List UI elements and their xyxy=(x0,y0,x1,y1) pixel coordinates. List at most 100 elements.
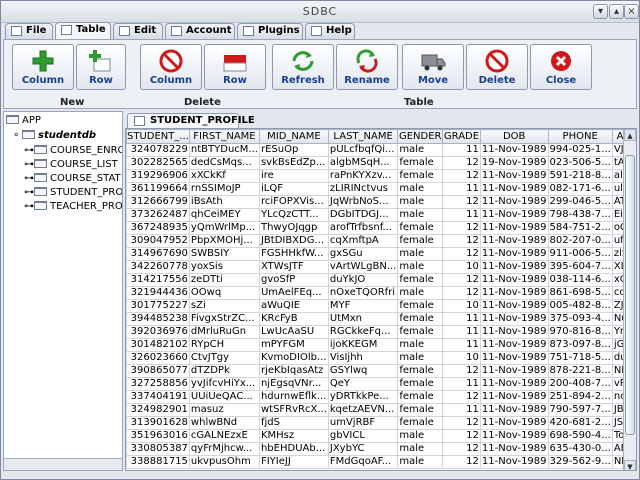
table-cell[interactable]: 12 xyxy=(442,416,481,430)
table-row[interactable]: 330805387 qyFrMjhcw... hbEHDUAb... JXybYC ma… xyxy=(126,442,636,456)
table-cell[interactable]: male xyxy=(397,208,444,222)
table-cell[interactable]: male xyxy=(397,143,444,157)
add-row-button[interactable]: Row xyxy=(76,44,126,90)
column-header[interactable]: PHONE xyxy=(547,129,613,144)
scroll-up-icon[interactable]: ▲ xyxy=(624,129,636,141)
table-cell[interactable]: qhCeiMEY xyxy=(188,208,260,222)
table-cell[interactable]: UUiUeQAC... xyxy=(188,390,260,404)
table-cell[interactable]: FMdGqoAF... xyxy=(327,455,399,469)
table-cell[interactable]: 11 xyxy=(442,143,481,157)
student-profile-table[interactable]: STUDENT_... FIRST_NAME MID_NAME LAST_NAME GE… xyxy=(126,129,636,469)
table-cell[interactable]: 309047952 xyxy=(126,234,190,248)
tree-item[interactable]: ⊶ COURSE_ENRO xyxy=(24,144,122,157)
tab-edit[interactable]: Edit xyxy=(113,23,163,39)
table-cell[interactable]: 878-221-8... xyxy=(547,364,613,378)
table-cell[interactable]: cGALNEzxE xyxy=(188,429,260,443)
table-cell[interactable]: female xyxy=(397,273,444,287)
table-row[interactable]: 392036976 dMrluRuGn LwUcAaSU RGCkkeFq... fem… xyxy=(126,325,636,339)
table-cell[interactable]: female xyxy=(397,325,444,339)
table-cell[interactable]: ire xyxy=(258,169,329,183)
table-cell[interactable]: female xyxy=(397,299,444,313)
table-cell[interactable]: 11 xyxy=(442,325,481,339)
table-cell[interactable]: ThwyOJqgp xyxy=(258,221,329,235)
table-cell[interactable]: 11-Nov-1989 xyxy=(479,195,549,209)
table-cell[interactable]: 11-Nov-1989 xyxy=(479,221,549,235)
table-cell[interactable]: 11-Nov-1989 xyxy=(479,312,549,326)
table-cell[interactable]: 12 xyxy=(442,234,481,248)
column-header[interactable]: DOB xyxy=(479,129,549,144)
table-cell[interactable]: 19-Nov-1989 xyxy=(479,156,549,170)
table-cell[interactable]: JBtDIBXDG... xyxy=(258,234,329,248)
table-cell[interactable]: duYkJO xyxy=(327,273,399,287)
table-cell[interactable]: male xyxy=(397,351,444,365)
table-cell[interactable]: sZi xyxy=(188,299,260,313)
table-cell[interactable]: 12 xyxy=(442,390,481,404)
table-cell[interactable]: yvJifcvHiYx... xyxy=(188,377,260,391)
table-cell[interactable]: zLIRINctvus xyxy=(327,182,399,196)
table-cell[interactable]: 635-430-0... xyxy=(547,442,613,456)
table-cell[interactable]: 911-006-5... xyxy=(547,247,613,261)
table-cell[interactable]: 11 xyxy=(442,377,481,391)
table-cell[interactable]: ukvpusOhm xyxy=(188,455,260,469)
table-cell[interactable]: 361199664 xyxy=(126,182,190,196)
table-cell[interactable]: 11 xyxy=(442,403,481,417)
table-cell[interactable]: 313901628 xyxy=(126,416,190,430)
column-header[interactable]: GENDER xyxy=(397,129,444,144)
table-cell[interactable]: gxSGu xyxy=(327,247,399,261)
table-cell[interactable]: female xyxy=(397,234,444,248)
table-cell[interactable]: 11-Nov-1989 xyxy=(479,286,549,300)
table-cell[interactable]: UmAelFEq... xyxy=(258,286,329,300)
table-cell[interactable]: 994-025-1... xyxy=(547,143,613,157)
tree-node-studentdb[interactable]: ⚬ studentdb xyxy=(12,129,96,142)
table-cell[interactable]: cqXmftpA xyxy=(327,234,399,248)
table-row[interactable]: 321944436 OOwq UmAelFEq... nOxeTQORfri male 1… xyxy=(126,286,636,300)
table-cell[interactable]: 11-Nov-1989 xyxy=(479,208,549,222)
table-cell[interactable]: 12 xyxy=(442,429,481,443)
tab-plugins[interactable]: Plugins xyxy=(237,23,303,39)
close-table-button[interactable]: Close xyxy=(530,44,592,90)
table-row[interactable]: 301482102 RYpCH mPYFGM ijoKKEGM male 11 11-Nov… xyxy=(126,338,636,352)
tab-account[interactable]: Account xyxy=(165,23,235,39)
table-cell[interactable]: 11-Nov-1989 xyxy=(479,325,549,339)
column-header[interactable]: GRADE xyxy=(442,129,481,144)
table-cell[interactable]: 11 xyxy=(442,182,481,196)
table-cell[interactable]: 802-207-0... xyxy=(547,234,613,248)
table-cell[interactable]: female xyxy=(397,390,444,404)
table-cell[interactable]: 11-Nov-1989 xyxy=(479,442,549,456)
table-cell[interactable]: aWuQIE xyxy=(258,299,329,313)
table-cell[interactable]: 301482102 xyxy=(126,338,190,352)
table-cell[interactable]: yDRTkkPe... xyxy=(327,390,399,404)
table-cell[interactable]: wtSFRvRcX... xyxy=(258,403,329,417)
table-cell[interactable]: VisIjhh xyxy=(327,351,399,365)
table-cell[interactable]: 970-816-8... xyxy=(547,325,613,339)
table-cell[interactable]: njEgsqVNr... xyxy=(258,377,329,391)
table-cell[interactable]: 11-Nov-1989 xyxy=(479,377,549,391)
table-row[interactable]: 301775227 sZi aWuQIE MYF female 10 11-Nov-1989… xyxy=(126,299,636,313)
table-cell[interactable]: 751-718-5... xyxy=(547,351,613,365)
table-cell[interactable]: umVjRBF xyxy=(327,416,399,430)
table-cell[interactable]: 11 xyxy=(442,338,481,352)
table-cell[interactable]: XTWsJTF xyxy=(258,260,329,274)
table-cell[interactable]: JXybYC xyxy=(327,442,399,456)
table-cell[interactable]: 314967690 xyxy=(126,247,190,261)
table-cell[interactable]: male xyxy=(397,195,444,209)
table-cell[interactable]: 420-681-2... xyxy=(547,416,613,430)
table-cell[interactable]: male xyxy=(397,429,444,443)
table-row[interactable]: 309047952 PbpXMOHj... JBtDIBXDG... cqXmftpA… xyxy=(126,234,636,248)
tree-item[interactable]: ⊶ STUDENT_PRO xyxy=(24,186,122,199)
table-row[interactable]: 314967690 SWBSIY FGSHHkfW... gxSGu male 12 11-… xyxy=(126,247,636,261)
table-cell[interactable]: 200-408-7... xyxy=(547,377,613,391)
column-header[interactable]: MID_NAME xyxy=(258,129,329,144)
tab-help[interactable]: Help xyxy=(305,23,355,39)
table-cell[interactable]: CtvJTgy xyxy=(188,351,260,365)
table-cell[interactable]: female xyxy=(397,169,444,183)
table-cell[interactable]: 11-Nov-1989 xyxy=(479,455,549,469)
table-cell[interactable]: 790-597-7... xyxy=(547,403,613,417)
table-cell[interactable]: hbEHDUAb... xyxy=(258,442,329,456)
close-window-button[interactable]: × xyxy=(624,4,639,19)
add-column-button[interactable]: Column xyxy=(12,44,74,90)
table-cell[interactable]: fjdS xyxy=(258,416,329,430)
table-cell[interactable]: 312666799 xyxy=(126,195,190,209)
table-row[interactable]: 394485238 FivgxStrZC... KRcFyB UtMxn female 1… xyxy=(126,312,636,326)
table-row[interactable]: 367248935 yQmWrlMp... ThwyOJqgp arofTrfbsnf… xyxy=(126,221,636,235)
